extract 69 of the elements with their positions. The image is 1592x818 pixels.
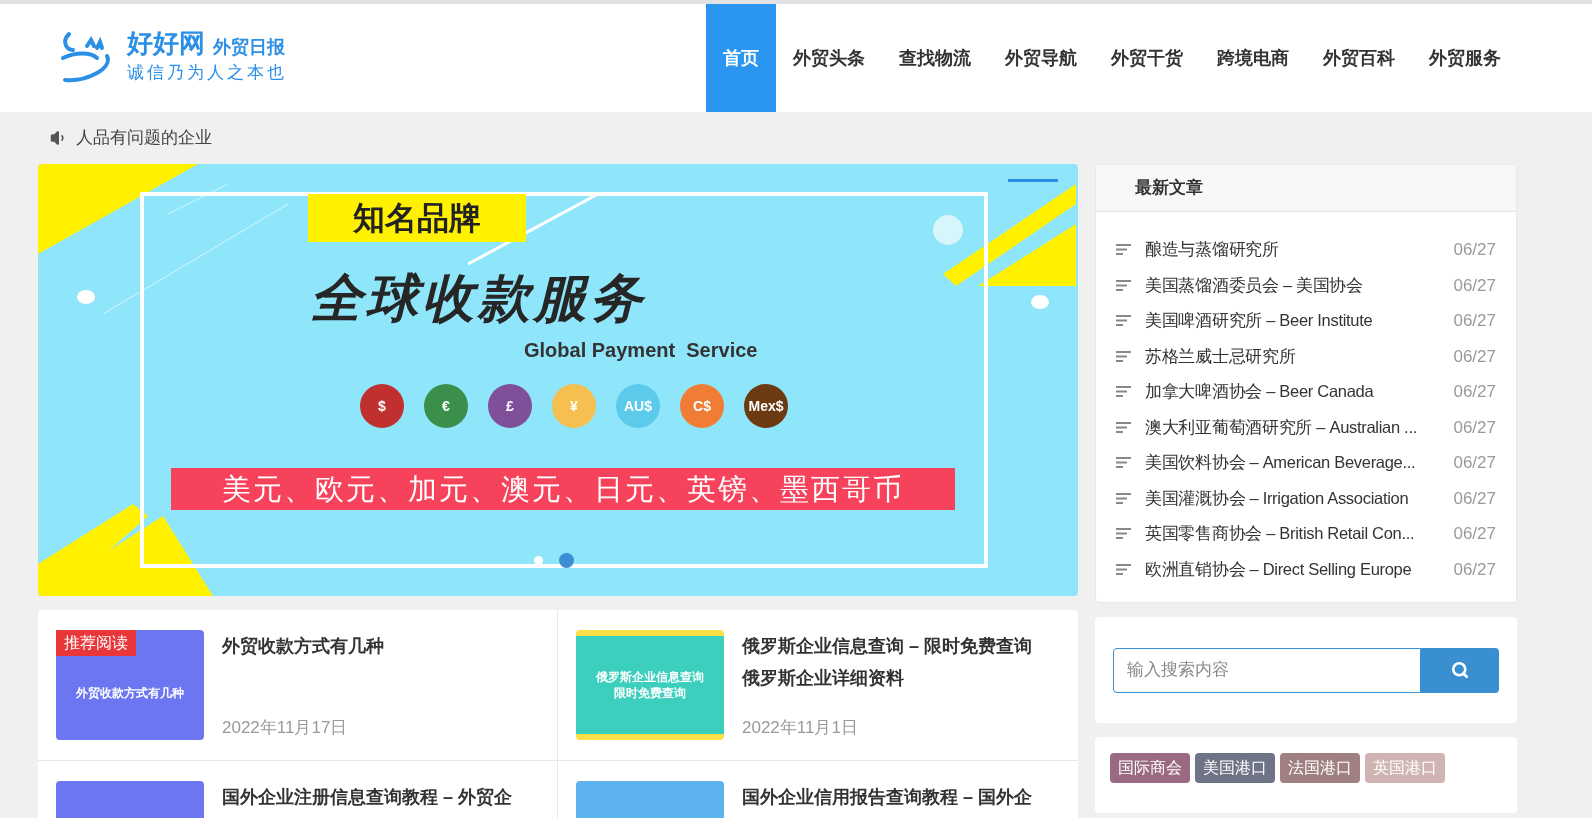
banner-subheadline: Global Payment Service bbox=[524, 340, 758, 360]
list-lines-icon bbox=[1116, 421, 1131, 433]
article-date: 06/27 bbox=[1453, 381, 1496, 403]
list-lines-icon bbox=[1116, 528, 1131, 540]
article-date: 06/27 bbox=[1453, 523, 1496, 545]
article-date: 06/27 bbox=[1453, 239, 1496, 261]
logo-slogan: 诚信乃为人之本也 bbox=[127, 61, 287, 85]
tag[interactable]: 美国港口 bbox=[1195, 753, 1275, 783]
article-date: 06/27 bbox=[1453, 310, 1496, 332]
nav-tab[interactable]: 外贸头条 bbox=[776, 4, 882, 112]
card-heading: 最新文章 bbox=[1135, 177, 1203, 200]
article-title[interactable]: 俄罗斯企业信息查询 – 限时免费查询俄罗斯企业详细资料 bbox=[742, 630, 1042, 694]
latest-article-link[interactable]: 英国零售商协会 – British Retail Con... bbox=[1145, 521, 1440, 547]
article-date: 06/27 bbox=[1453, 487, 1496, 510]
search-icon bbox=[1451, 661, 1469, 679]
tag[interactable]: 法国港口 bbox=[1280, 753, 1360, 783]
currency-list-text: 美元、欧元、加元、澳元、日元、英镑、墨西哥币 bbox=[222, 474, 904, 504]
list-lines-icon bbox=[1116, 279, 1131, 291]
article-date: 06/27 bbox=[1453, 274, 1496, 297]
currency-icon: $ bbox=[360, 384, 404, 428]
currency-icon: C$ bbox=[680, 384, 724, 428]
article-date: 06/27 bbox=[1453, 416, 1496, 439]
thumbnail-subtitle: 限时免费查询 bbox=[614, 687, 686, 699]
nav-tab[interactable]: 查找物流 bbox=[882, 4, 988, 112]
article-date: 2022年11月1日 bbox=[742, 716, 859, 739]
latest-article-link[interactable]: 苏格兰威士忌研究所 bbox=[1145, 343, 1440, 369]
nav-tab[interactable]: 外贸导航 bbox=[988, 4, 1094, 112]
banner-headline: 全球收款服务 bbox=[310, 272, 646, 324]
article-title[interactable]: 国外企业信用报告查询教程 – 国外企 bbox=[742, 781, 1032, 813]
latest-article-link[interactable]: 酿造与蒸馏研究所 bbox=[1145, 237, 1440, 263]
article-title[interactable]: 外贸收款方式有几种 bbox=[222, 630, 384, 662]
latest-article-link[interactable]: 欧洲直销协会 – Direct Selling Europe bbox=[1145, 556, 1440, 582]
latest-article-link[interactable]: 美国啤酒研究所 – Beer Institute bbox=[1145, 308, 1440, 334]
search-field[interactable]: 输入搜索内容 bbox=[1113, 647, 1421, 693]
article-title[interactable]: 国外企业注册信息查询教程 – 外贸企 bbox=[222, 781, 512, 813]
article-date: 06/27 bbox=[1453, 345, 1496, 368]
latest-article-link[interactable]: 美国蒸馏酒委员会 – 美国协会 bbox=[1145, 272, 1440, 298]
list-lines-icon bbox=[1116, 244, 1131, 256]
latest-article-link[interactable]: 美国灌溉协会 – Irrigation Association bbox=[1145, 485, 1440, 511]
nav-tab[interactable]: 外贸服务 bbox=[1412, 4, 1518, 112]
thumbnail-title: 俄罗斯企业信息查询 bbox=[596, 671, 704, 683]
tag[interactable]: 国际商会 bbox=[1110, 753, 1190, 783]
logo-name: 好好网 bbox=[127, 30, 205, 57]
search-button[interactable] bbox=[1421, 647, 1499, 693]
list-lines-icon bbox=[1116, 457, 1131, 469]
article-thumbnail[interactable]: 推荐阅读 外贸收款方式有几种 bbox=[56, 630, 204, 740]
nav-tab[interactable]: 外贸百科 bbox=[1306, 4, 1412, 112]
list-lines-icon bbox=[1116, 315, 1131, 327]
currency-icon: Mex$ bbox=[744, 384, 788, 428]
article-date: 2022年11月17日 bbox=[222, 716, 349, 739]
logo-subtitle: 外贸日报 bbox=[213, 38, 285, 57]
nav-tab[interactable]: 跨境电商 bbox=[1200, 4, 1306, 112]
notice-text: 人品有问题的企业 bbox=[76, 127, 212, 150]
nav-tab[interactable]: 外贸干货 bbox=[1094, 4, 1200, 112]
list-lines-icon bbox=[1116, 563, 1131, 575]
list-lines-icon bbox=[1116, 350, 1131, 362]
latest-article-link[interactable]: 美国饮料协会 – American Beverage... bbox=[1145, 450, 1440, 476]
list-lines-icon bbox=[1116, 386, 1131, 398]
currency-icon: ¥ bbox=[552, 384, 596, 428]
latest-article-link[interactable]: 澳大利亚葡萄酒研究所 – Australian ... bbox=[1145, 414, 1440, 440]
list-lines-icon bbox=[1116, 492, 1131, 504]
currency-icon: € bbox=[424, 384, 468, 428]
article-date: 06/27 bbox=[1453, 558, 1496, 581]
recommended-badge: 推荐阅读 bbox=[56, 630, 136, 656]
latest-article-link[interactable]: 加拿大啤酒协会 – Beer Canada bbox=[1145, 379, 1440, 405]
thumbnail-title: 外贸收款方式有几种 bbox=[76, 685, 184, 702]
currency-icon: AU$ bbox=[616, 384, 660, 428]
article-date: 06/27 bbox=[1453, 452, 1496, 474]
currency-icon: £ bbox=[488, 384, 532, 428]
